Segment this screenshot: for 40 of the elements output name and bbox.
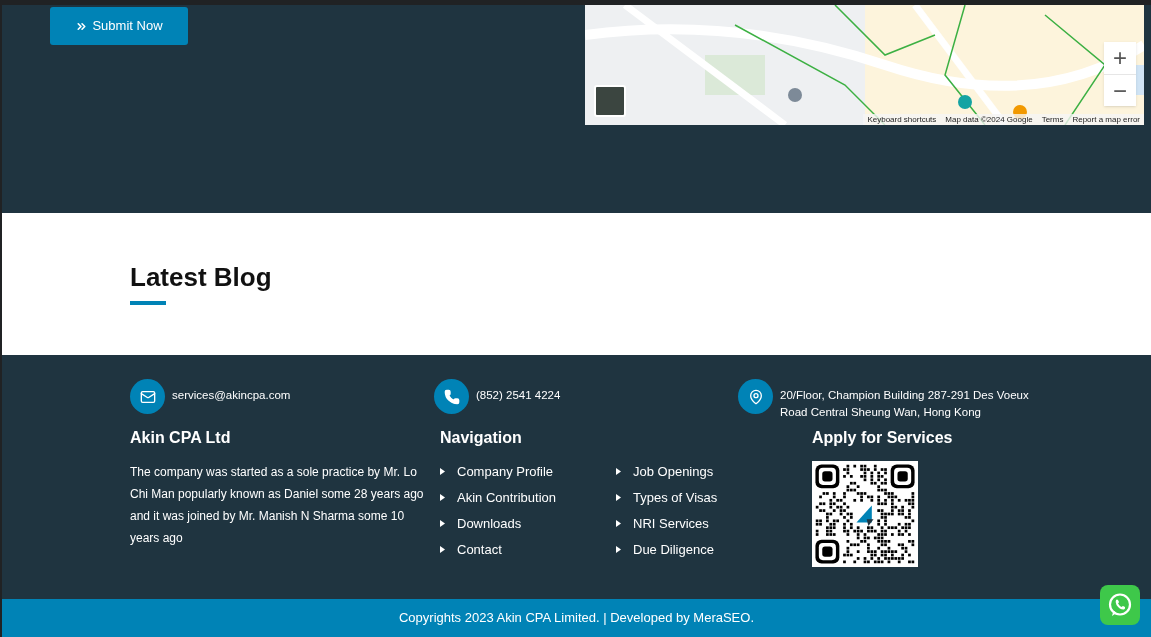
contact-text: (852) 2541 4224 [476,388,561,403]
footer-link[interactable]: Contact [457,539,502,560]
copyright-text: Copyrights 2023 Akin CPA Limited. | Developed by MeraSEO. [398,609,754,628]
submit-button[interactable]: Submit Now [50,7,188,45]
caret-icon [440,468,445,475]
caret-icon [616,494,621,501]
map-attribution-link[interactable]: Map data ©2024 Google [945,115,1033,124]
caret-icon [440,546,445,553]
footer-link[interactable]: Job Openings [633,461,714,482]
footer-heading: Akin CPA Ltd [130,428,232,448]
about-text: The company was started as a sole practice by Mr. Lo Chi Man popularly known as Daniel some 28 years ago and it was joined by Mr. Manish N Sharma some 10 years ago [130,464,425,547]
map-attribution-link[interactable]: Terms [1041,115,1064,124]
footer-heading: Apply for Services [812,428,953,448]
phone-icon [434,379,469,414]
caret-icon [440,494,445,501]
footer-heading: Navigation [440,428,523,448]
zoom-out-button[interactable]: − [1104,74,1136,106]
map-attribution-link[interactable]: Report a map error [1072,115,1140,124]
footer-link[interactable]: Akin Contribution [457,487,556,508]
map-attribution-link[interactable]: Keyboard shortcuts [867,115,937,124]
whatsapp-button[interactable] [1100,585,1140,625]
caret-icon [616,520,621,527]
footer-link[interactable]: Company Profile [457,461,554,482]
caret-icon [440,520,445,527]
caret-icon [616,546,621,553]
location-pin-icon [738,379,773,414]
chat-bubble-icon [1106,591,1134,619]
heading-underline [130,301,166,305]
contact-text: services@akincpa.com [172,388,291,403]
envelope-icon [130,379,165,414]
footer-link[interactable]: NRI Services [633,513,709,534]
contact-text: 20/Floor, Champion Building 287-291 Des Voeux Road Central Sheung Wan, Hong Kong [780,388,1030,420]
section-heading: Latest Blog [130,261,273,293]
footer-link[interactable]: Due Diligence [633,539,714,560]
footer-link[interactable]: Downloads [457,513,522,534]
zoom-in-button[interactable]: + [1104,42,1136,74]
footer-link[interactable]: Types of Visas [633,487,718,508]
map[interactable]: + − Keyboard shortcuts Map data ©2024 Google Terms Report a map error [585,5,1144,125]
caret-icon [616,468,621,475]
satellite-thumbnail[interactable] [594,85,626,117]
